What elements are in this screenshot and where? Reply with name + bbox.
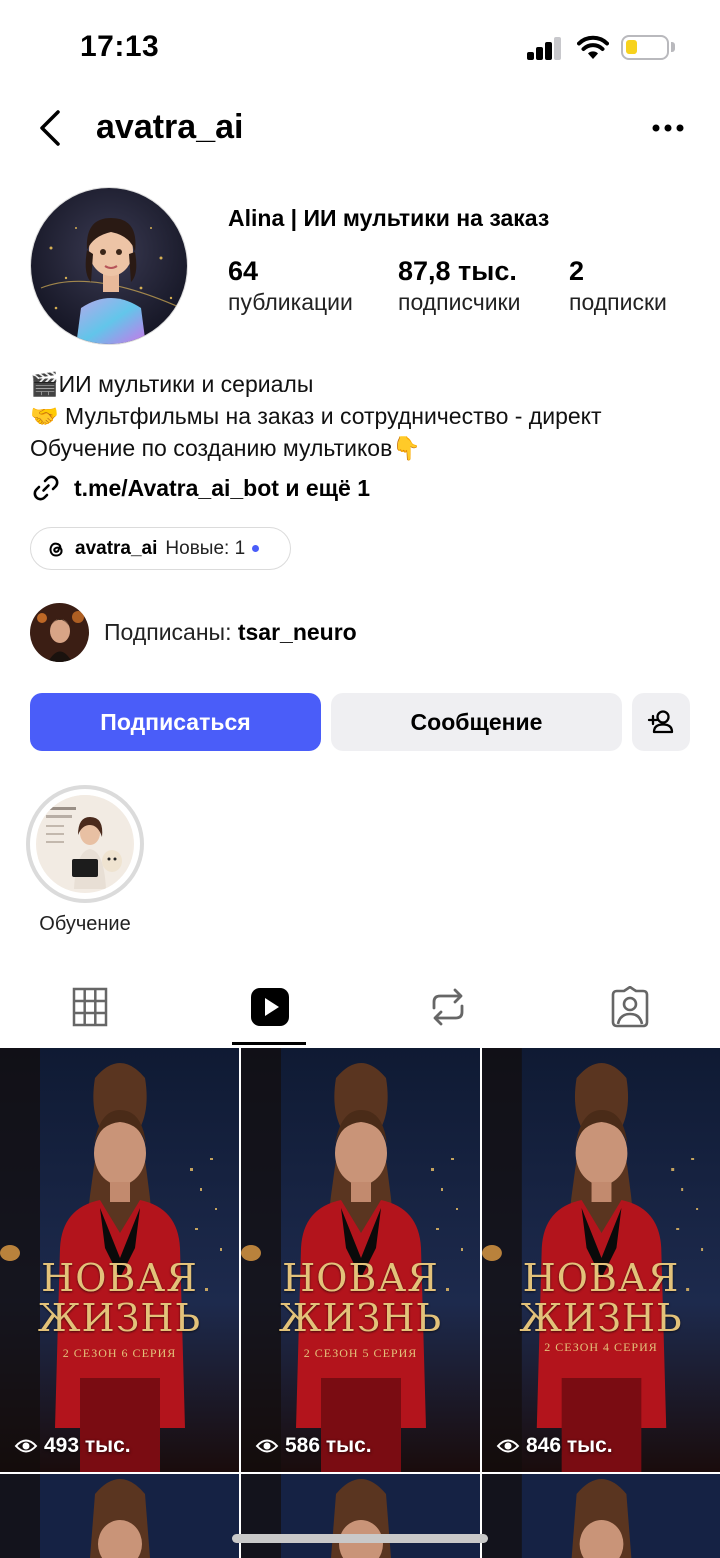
reel-tile[interactable]: [0, 1474, 239, 1558]
reel-views: 493 тыс.: [14, 1434, 131, 1458]
bio-line: 🤝 Мультфильмы на заказ и сотрудничество …: [30, 403, 602, 429]
followed-by-row[interactable]: Подписаны: tsar_neuro: [30, 602, 357, 662]
grid-icon: [72, 987, 108, 1027]
tab-tagged[interactable]: [540, 968, 720, 1046]
status-time: 17:13: [80, 30, 160, 63]
avatar[interactable]: [30, 187, 188, 345]
threads-new-count: Новые: 1: [165, 537, 246, 559]
reel-thumbnail: [0, 1474, 239, 1558]
reel-thumbnail: [241, 1474, 480, 1558]
reel-tile[interactable]: НОВАЯ ЖИЗНЬ 2 СЕЗОН 4 СЕРИЯ 846 тыс.: [482, 1048, 720, 1472]
reel-title-line: ЖИЗНЬ: [37, 1296, 202, 1340]
reel-title: НОВАЯ ЖИЗНЬ: [241, 1258, 480, 1338]
profile-link-text: t.me/Avatra_ai_bot и ещё 1: [74, 474, 371, 501]
reel-tile[interactable]: [482, 1474, 720, 1558]
followed-by-name: tsar_neuro: [237, 618, 357, 645]
reel-subtitle: 2 СЕЗОН 4 СЕРИЯ: [544, 1340, 658, 1354]
stat-following-value: 2: [569, 256, 585, 286]
reels-icon: [251, 988, 289, 1026]
eye-icon: [496, 1439, 520, 1453]
more-horizontal-icon[interactable]: [646, 110, 690, 146]
active-tab-indicator: [232, 1042, 306, 1045]
bio-line: Обучение по созданию мультиков👇: [30, 435, 421, 461]
tagged-person-icon: [611, 986, 649, 1028]
new-indicator-dot: [252, 545, 260, 552]
highlight-cover: [36, 795, 134, 893]
reel-title-line: НОВАЯ: [522, 1256, 680, 1300]
followed-by-text: Подписаны: tsar_neuro: [104, 619, 357, 646]
reel-title-line: ЖИЗНЬ: [278, 1296, 443, 1340]
followed-by-prefix: Подписаны:: [104, 618, 238, 645]
battery-icon: [621, 35, 669, 60]
tab-reels[interactable]: [180, 968, 360, 1046]
repost-icon: [432, 988, 464, 1026]
profile-tabs: [0, 968, 720, 1048]
profile-bio: 🎬ИИ мультики и сериалы 🤝 Мультфильмы на …: [30, 368, 602, 464]
suggested-users-button[interactable]: [632, 693, 690, 751]
stat-following[interactable]: 2 подписки: [569, 255, 667, 316]
battery-level: [626, 40, 637, 54]
threads-icon: [49, 542, 63, 557]
reel-views: 586 тыс.: [255, 1434, 372, 1458]
reel-tile[interactable]: НОВАЯ ЖИЗНЬ 2 СЕЗОН 5 СЕРИЯ 586 тыс.: [241, 1048, 480, 1472]
tab-reposts[interactable]: [358, 968, 538, 1046]
reel-views-count: 846 тыс.: [526, 1434, 613, 1457]
eye-icon: [14, 1439, 38, 1453]
stat-followers-label: подписчики: [398, 289, 521, 315]
followed-by-avatar: [30, 602, 89, 662]
reel-title-line: НОВАЯ: [41, 1256, 198, 1300]
stat-posts-value: 64: [228, 256, 259, 286]
reel-title-line: НОВАЯ: [282, 1256, 439, 1300]
profile-header: avatra_ai: [0, 100, 720, 160]
highlight-ring: [26, 785, 144, 903]
threads-badge[interactable]: avatra_ai Новые: 1: [30, 527, 291, 570]
stat-following-label: подписки: [569, 289, 667, 315]
reel-views-count: 586 тыс.: [285, 1434, 372, 1457]
profile-display-name: Alina | ИИ мультики на заказ: [228, 205, 550, 231]
home-indicator[interactable]: [232, 1534, 488, 1543]
reel-title: НОВАЯ ЖИЗНЬ: [482, 1258, 720, 1338]
stat-posts[interactable]: 64 публикации: [228, 255, 353, 316]
add-person-icon: [647, 710, 674, 734]
stat-posts-label: публикации: [228, 289, 353, 315]
reel-tile[interactable]: НОВАЯ ЖИЗНЬ 2 СЕЗОН 6 СЕРИЯ 493 тыс.: [0, 1048, 239, 1472]
reel-tile[interactable]: [241, 1474, 480, 1558]
reel-title: НОВАЯ ЖИЗНЬ: [0, 1258, 239, 1338]
message-button[interactable]: Сообщение: [331, 693, 622, 751]
battery-cap: [671, 42, 675, 52]
reel-subtitle: 2 СЕЗОН 5 СЕРИЯ: [303, 1346, 418, 1360]
profile-link[interactable]: t.me/Avatra_ai_bot и ещё 1: [30, 470, 370, 506]
reel-views-count: 493 тыс.: [44, 1434, 131, 1457]
stat-followers-value: 87,8 тыс.: [398, 256, 517, 286]
follow-button[interactable]: Подписаться: [30, 693, 321, 751]
eye-icon: [255, 1439, 279, 1453]
chevron-left-icon[interactable]: [30, 106, 74, 150]
reel-subtitle: 2 СЕЗОН 6 СЕРИЯ: [62, 1346, 177, 1360]
wifi-icon: [577, 35, 609, 59]
reel-views: 846 тыс.: [496, 1434, 613, 1458]
reel-title-line: ЖИЗНЬ: [519, 1296, 683, 1340]
cellular-signal-icon: [527, 36, 563, 60]
reel-thumbnail: [482, 1474, 720, 1558]
page-title-username: avatra_ai: [96, 108, 244, 146]
story-highlight[interactable]: Обучение: [26, 785, 144, 936]
threads-username: avatra_ai: [75, 537, 158, 559]
tab-grid[interactable]: [0, 968, 180, 1046]
highlight-label: Обучение: [39, 913, 131, 935]
bio-line: 🎬ИИ мультики и сериалы: [30, 371, 314, 397]
stat-followers[interactable]: 87,8 тыс. подписчики: [398, 255, 520, 316]
status-bar: 17:13: [0, 0, 720, 96]
link-icon: [33, 475, 59, 501]
